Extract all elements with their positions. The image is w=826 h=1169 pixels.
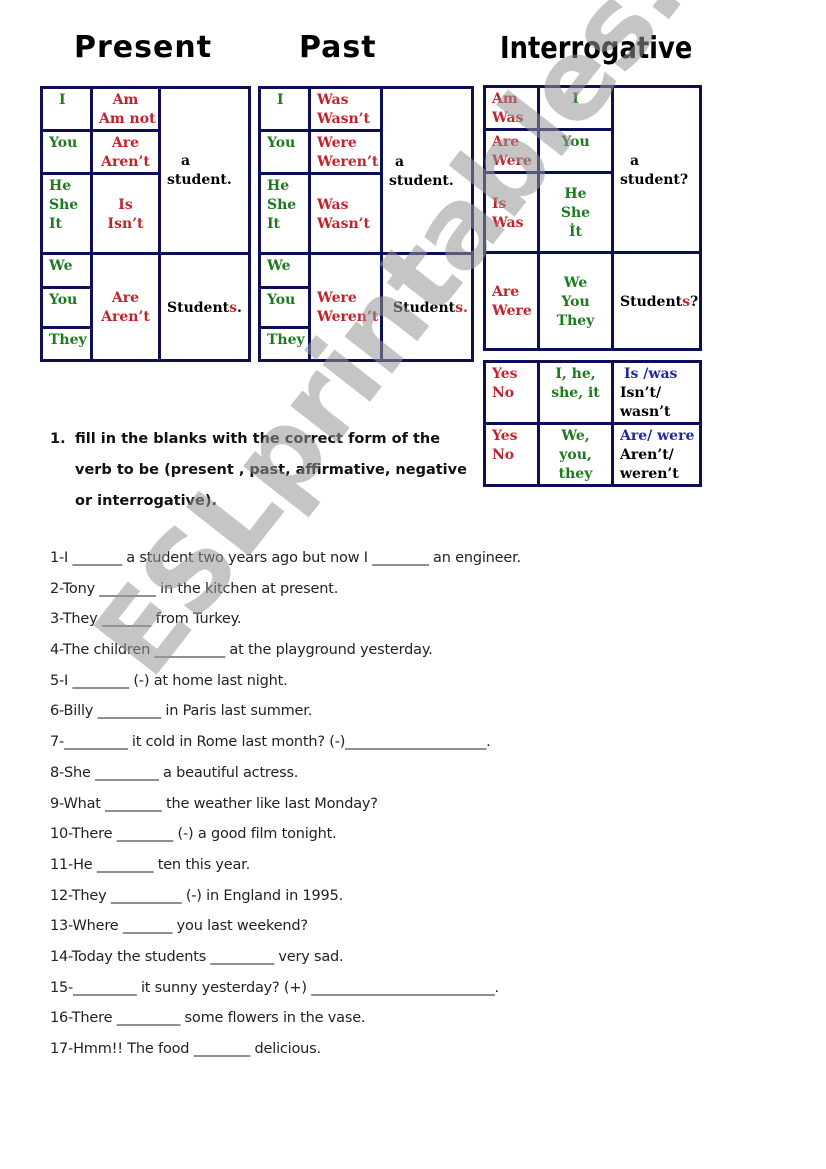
subject-cell: He She İt [537, 171, 614, 254]
subject-cell: I [40, 86, 93, 132]
instruction-line: fill in the blanks with the correct form… [75, 431, 441, 447]
subject-cell: You [40, 129, 93, 175]
instruction-line: or interrogative). [75, 493, 217, 509]
instructions: 1. fill in the blanks with the correct f… [50, 424, 470, 517]
subject-cell: You [537, 128, 614, 174]
instruction-number: 1. [50, 431, 66, 447]
exercise-item: 17-Hmm!! The food ________ delicious. [50, 1041, 321, 1057]
exercise-list: 1-I _______ a student two years ago but … [50, 546, 650, 1068]
exercise-item: 12-They __________ (-) in England in 199… [50, 887, 344, 904]
exercise-item: 6-Billy _________ in Paris last summer. [50, 703, 313, 720]
complement-cell: a student. [158, 86, 251, 255]
subject-cell: We [40, 252, 93, 289]
short-form-cell: Is /was Isn’t/wasn’t [611, 360, 702, 425]
subject-cell: We You They [537, 251, 614, 351]
verb-cell: Is Was [483, 171, 540, 254]
complement-cell: a student. [380, 86, 474, 255]
exercise-item: 16-There _________ some flowers in the v… [50, 1010, 366, 1027]
complement-cell: a student? [611, 85, 702, 254]
exercise-item: 2-Tony ________ in the kitchen at presen… [50, 580, 339, 597]
past-table: I Was Wasn’t a student. You Were Weren’t He… [258, 86, 474, 362]
exercise-item: 7-_________ it cold in Rome last month? … [50, 734, 491, 751]
subjects-cell: We, you, they [537, 422, 614, 487]
instruction-line: verb to be (present , past, affirmative,… [75, 462, 467, 478]
verb-cell: Are Were [483, 251, 540, 351]
interrogative-table: Am Was I a student? Are Were You Is Was He Sh… [483, 85, 702, 351]
verb-cell: Are Aren’t [90, 252, 161, 362]
verb-cell: Are Aren’t [90, 129, 161, 175]
subject-cell: You [258, 129, 311, 175]
verb-cell: Am Was [483, 85, 540, 131]
exercise-item: 5-I ________ (-) at home last night. [50, 672, 288, 689]
answer-cell: Yes No [483, 422, 540, 487]
subject-cell: He She It [258, 172, 311, 255]
present-table: I Am Am not a student. You Are Aren’t He She… [40, 86, 251, 362]
exercise-item: 3-They _______ from Turkey. [50, 611, 242, 628]
short-answers-table: Yes No I, he, she, it Is /was Isn’t/wasn’t … [483, 360, 702, 487]
heading-present: Present [74, 30, 213, 65]
subject-cell: You [258, 286, 311, 329]
exercise-item: 10-There ________ (-) a good film tonigh… [50, 826, 337, 843]
subject-cell: You [40, 286, 93, 329]
subject-cell: He She It [40, 172, 93, 255]
verb-cell: Was Wasn’t [308, 86, 383, 132]
heading-past: Past [299, 30, 377, 65]
verb-cell: Were Weren’t [308, 252, 383, 362]
verb-cell: Are Were [483, 128, 540, 174]
subjects-cell: I, he, she, it [537, 360, 614, 425]
exercise-item: 14-Today the students _________ very sad… [50, 948, 344, 965]
complement-cell: Students. [158, 252, 251, 362]
exercise-item: 15-_________ it sunny yesterday? (+) ___… [50, 979, 499, 996]
short-form-cell: Are/ were Aren’t/weren’t [611, 422, 702, 487]
exercise-item: 13-Where _______ you last weekend? [50, 918, 308, 935]
exercise-item: 11-He ________ ten this year. [50, 856, 251, 873]
complement-cell: Students? [611, 251, 702, 351]
exercise-item: 8-She _________ a beautiful actress. [50, 764, 299, 781]
exercise-item: 1-I _______ a student two years ago but … [50, 550, 521, 566]
heading-interrogative: Interrogative [500, 31, 693, 66]
exercise-item: 9-What ________ the weather like last Mo… [50, 795, 378, 812]
verb-cell: Was Wasn’t [308, 172, 383, 255]
verb-cell: Were Weren’t [308, 129, 383, 175]
subject-cell: We [258, 252, 311, 289]
subject-cell: I [537, 85, 614, 131]
subject-cell: They [40, 326, 93, 362]
verb-cell: Am Am not [90, 86, 161, 132]
exercise-item: 4-The children __________ at the playgro… [50, 642, 433, 659]
subject-cell: They [258, 326, 311, 362]
verb-cell: Is Isn’t [90, 172, 161, 255]
answer-cell: Yes No [483, 360, 540, 425]
subject-cell: I [258, 86, 311, 132]
complement-cell: Students. [380, 252, 474, 362]
